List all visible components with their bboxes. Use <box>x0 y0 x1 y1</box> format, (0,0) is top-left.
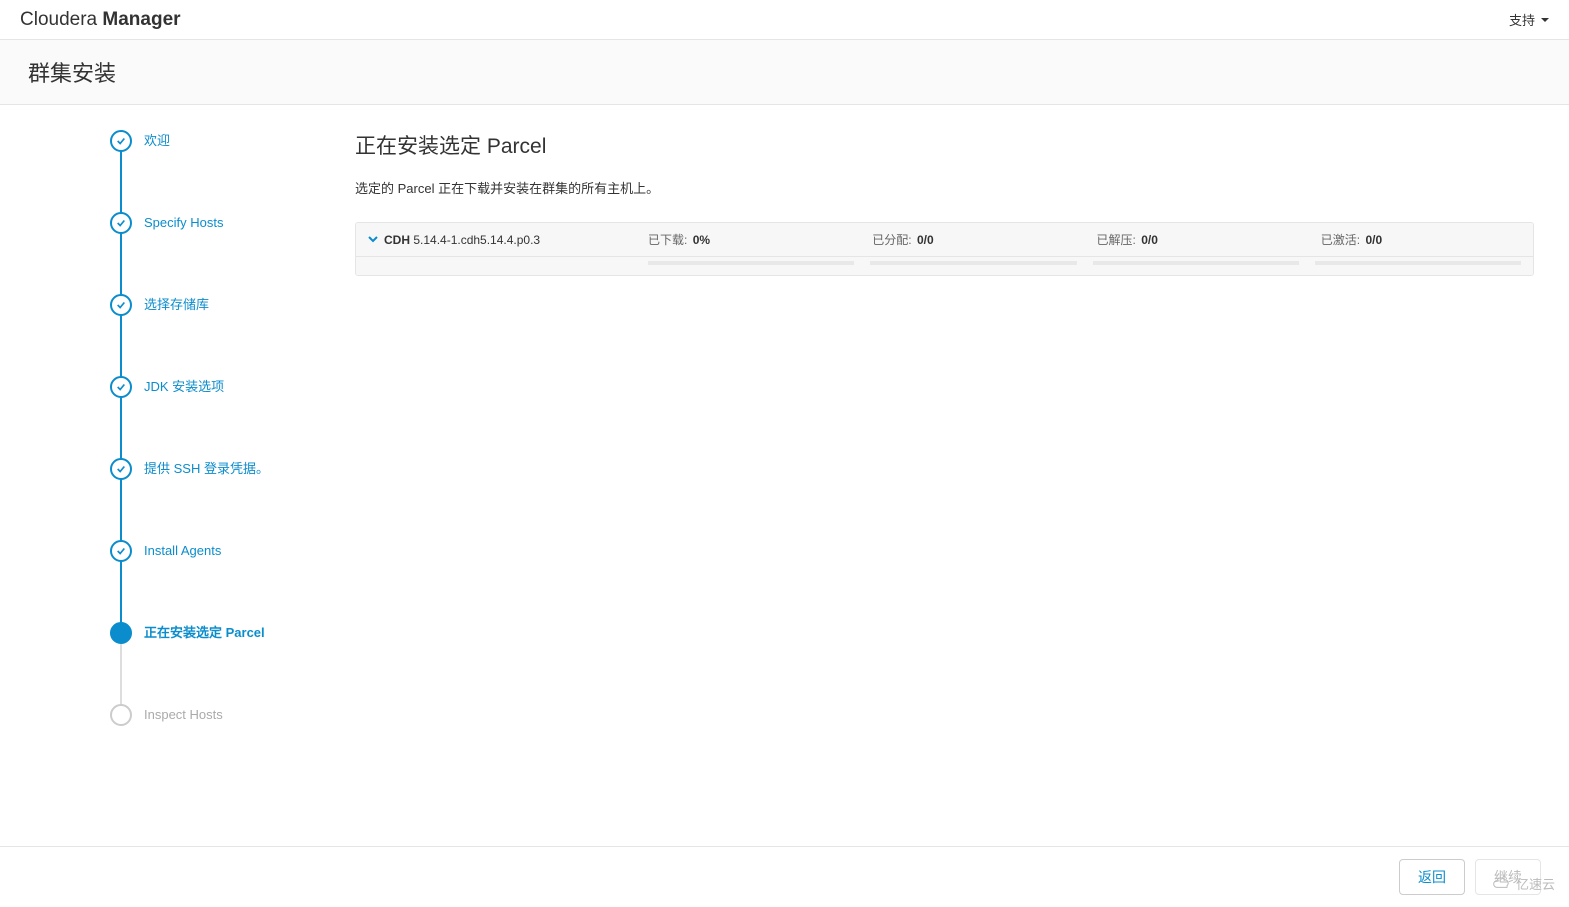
step-label: JDK 安装选项 <box>144 376 224 396</box>
step-icon <box>110 622 132 644</box>
wizard-sidebar: 欢迎 Specify Hosts 选择存储库 JDK 安装选项提供 SSH 登录凭据。… <box>0 105 320 805</box>
parcel-table: CDH 5.14.4-1.cdh5.14.4.p0.3 已下载: 0% 已分配:… <box>355 222 1534 276</box>
brand-logo: Cloudera Manager <box>20 9 181 31</box>
unpack-value: 0/0 <box>1141 233 1158 247</box>
main-layout: 欢迎 Specify Hosts 选择存储库 JDK 安装选项提供 SSH 登录凭据。… <box>0 105 1569 805</box>
parcel-name-cell: CDH 5.14.4-1.cdh5.14.4.p0.3 <box>356 223 636 256</box>
parcel-name-text: CDH 5.14.4-1.cdh5.14.4.p0.3 <box>384 233 540 247</box>
check-icon <box>116 136 126 146</box>
check-icon <box>116 300 126 310</box>
top-bar: Cloudera Manager 支持 <box>0 0 1569 40</box>
download-label: 已下载: <box>648 233 687 247</box>
unpack-progress <box>1093 261 1299 265</box>
support-dropdown[interactable]: 支持 <box>1509 10 1549 29</box>
step-label: 提供 SSH 登录凭据。 <box>144 458 269 478</box>
step-icon <box>110 130 132 152</box>
wizard-step-7: Inspect Hosts <box>110 704 320 726</box>
wizard-footer: 返回 继续 <box>0 846 1569 907</box>
wizard-step-1[interactable]: Specify Hosts <box>110 212 320 234</box>
download-stat: 已下载: 0% <box>636 223 860 256</box>
wizard-step-3[interactable]: JDK 安装选项 <box>110 376 320 398</box>
content-title: 正在安装选定 Parcel <box>355 130 1534 160</box>
support-label: 支持 <box>1509 10 1535 29</box>
parcel-name-bold: CDH <box>384 233 410 247</box>
activate-label: 已激活: <box>1321 233 1360 247</box>
activate-progress <box>1315 261 1521 265</box>
step-label: Inspect Hosts <box>144 704 223 724</box>
unpack-stat: 已解压: 0/0 <box>1085 223 1309 256</box>
step-icon <box>110 540 132 562</box>
step-label: 欢迎 <box>144 130 170 150</box>
parcel-row: CDH 5.14.4-1.cdh5.14.4.p0.3 已下载: 0% 已分配:… <box>356 223 1533 257</box>
wizard-step-4[interactable]: 提供 SSH 登录凭据。 <box>110 458 320 480</box>
check-icon <box>116 546 126 556</box>
continue-button: 继续 <box>1475 859 1541 895</box>
step-icon <box>110 376 132 398</box>
step-label: 选择存储库 <box>144 294 209 314</box>
step-icon <box>110 458 132 480</box>
progress-spacer <box>368 261 648 265</box>
activate-value: 0/0 <box>1365 233 1382 247</box>
content-area: 正在安装选定 Parcel 选定的 Parcel 正在下载并安装在群集的所有主机… <box>320 105 1569 805</box>
activate-stat: 已激活: 0/0 <box>1309 223 1533 256</box>
page-title: 群集安装 <box>28 56 1541 88</box>
progress-row <box>356 257 1533 275</box>
wizard-step-6[interactable]: 正在安装选定 Parcel <box>110 622 320 644</box>
brand-bold: Manager <box>102 9 180 30</box>
back-button[interactable]: 返回 <box>1399 859 1465 895</box>
download-value: 0% <box>693 233 710 247</box>
expand-toggle[interactable] <box>368 233 378 247</box>
wizard-step-0[interactable]: 欢迎 <box>110 130 320 152</box>
distribute-value: 0/0 <box>917 233 934 247</box>
distribute-stat: 已分配: 0/0 <box>860 223 1084 256</box>
step-label: 正在安装选定 Parcel <box>144 622 265 642</box>
content-description: 选定的 Parcel 正在下载并安装在群集的所有主机上。 <box>355 178 1534 197</box>
step-label: Install Agents <box>144 540 221 560</box>
step-icon <box>110 212 132 234</box>
parcel-version: 5.14.4-1.cdh5.14.4.p0.3 <box>410 233 540 247</box>
page-header: 群集安装 <box>0 40 1569 105</box>
wizard-step-5[interactable]: Install Agents <box>110 540 320 562</box>
distribute-progress <box>870 261 1076 265</box>
check-icon <box>116 218 126 228</box>
step-icon <box>110 294 132 316</box>
chevron-down-icon <box>368 234 378 244</box>
check-icon <box>116 464 126 474</box>
wizard-line-pending <box>120 633 122 715</box>
wizard-step-2[interactable]: 选择存储库 <box>110 294 320 316</box>
brand-prefix: Cloudera <box>20 9 102 30</box>
caret-down-icon <box>1541 18 1549 22</box>
distribute-label: 已分配: <box>872 233 911 247</box>
step-label: Specify Hosts <box>144 212 223 232</box>
unpack-label: 已解压: <box>1097 233 1136 247</box>
step-icon <box>110 704 132 726</box>
check-icon <box>116 382 126 392</box>
download-progress <box>648 261 854 265</box>
